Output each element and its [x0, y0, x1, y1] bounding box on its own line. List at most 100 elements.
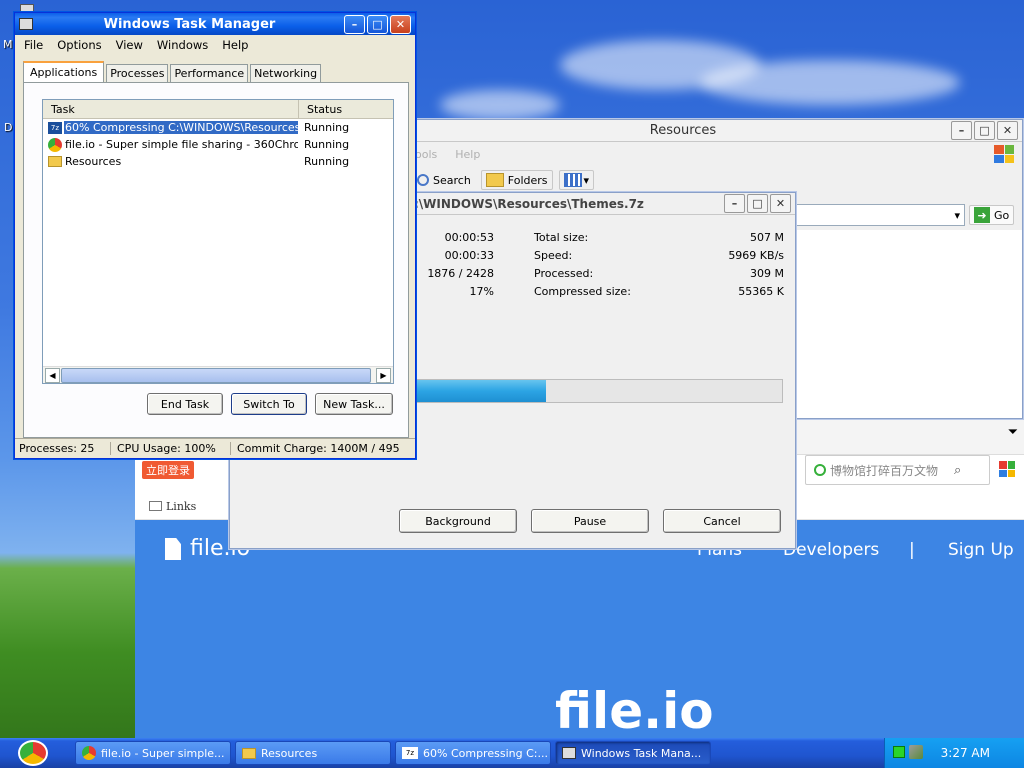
compress-right-labels: Total size: Speed: Processed: Compressed…: [534, 229, 644, 301]
minimize-button[interactable]: –: [344, 14, 365, 34]
search-button[interactable]: Search: [413, 172, 475, 189]
filter-icon[interactable]: ⏷: [1008, 425, 1018, 440]
cpu-meter-icon[interactable]: [893, 746, 905, 758]
login-badge[interactable]: 立即登录: [142, 461, 194, 479]
menu-windows[interactable]: Windows: [157, 38, 208, 52]
nav-developers[interactable]: Developers: [783, 540, 879, 560]
fileio-logo-icon: [165, 538, 181, 560]
nav-sign-up[interactable]: Sign Up: [948, 540, 1014, 560]
column-status[interactable]: Status: [299, 100, 393, 118]
search-icon[interactable]: ⌕: [954, 463, 961, 478]
speed-label: Speed:: [534, 249, 573, 262]
task-manager-titlebar[interactable]: Windows Task Manager – □ ✕: [15, 13, 415, 35]
commit-charge: Commit Charge: 1400M / 495: [237, 442, 400, 455]
7zip-icon: 7z: [402, 747, 418, 759]
scroll-left-button[interactable]: ◀: [45, 368, 60, 383]
folders-label: Folders: [507, 173, 548, 187]
taskbar-item-label: 60% Compressing C:...: [423, 746, 548, 760]
address-dropdown[interactable]: ▾: [793, 204, 965, 226]
search-icon: [417, 174, 429, 186]
browser-search-input[interactable]: 博物馆打碎百万文物 ⌕: [805, 455, 990, 485]
cloud-decoration: [440, 90, 560, 120]
task-list[interactable]: Task Status 7z 60% Compressing C:\WINDOW…: [42, 99, 394, 384]
applications-panel: Task Status 7z 60% Compressing C:\WINDOW…: [23, 82, 409, 438]
browser-icon: [48, 137, 62, 152]
switch-to-button[interactable]: Switch To: [231, 393, 307, 415]
menu-help[interactable]: Help: [455, 148, 480, 161]
go-button[interactable]: ➜ Go: [969, 205, 1015, 225]
scroll-thumb[interactable]: [61, 368, 371, 383]
go-label: Go: [994, 208, 1010, 222]
taskbar-item-7zip[interactable]: 7z 60% Compressing C:...: [395, 741, 551, 765]
menu-view[interactable]: View: [116, 38, 143, 52]
browser-icon: [82, 746, 96, 760]
fileio-page: file.io Plans Developers | Sign Up file.…: [135, 520, 1024, 740]
task-name: 60% Compressing C:\WINDOWS\Resources\...: [64, 121, 298, 134]
total-size-value: 507 M: [750, 231, 784, 244]
minimize-button[interactable]: –: [724, 194, 745, 213]
explorer-title: Resources: [649, 123, 717, 138]
task-manager-tabs: Applications Processes Performance Netwo…: [23, 61, 322, 83]
task-status: Running: [304, 138, 350, 151]
system-tray: 3:27 AM: [884, 738, 1024, 768]
folder-icon: [485, 173, 504, 187]
processed-label: Processed:: [534, 267, 594, 280]
taskmgr-icon: [19, 18, 33, 30]
maximize-button[interactable]: □: [974, 121, 995, 140]
new-task-button[interactable]: New Task...: [315, 393, 393, 415]
task-row[interactable]: file.io - Super simple file sharing - 36…: [43, 136, 393, 153]
start-button[interactable]: [18, 740, 48, 766]
nav-separator: |: [909, 540, 915, 560]
menu-tools[interactable]: ools: [415, 148, 437, 161]
360-search-icon: [814, 464, 826, 476]
tab-networking[interactable]: Networking: [250, 64, 322, 83]
task-row[interactable]: 7z 60% Compressing C:\WINDOWS\Resources\…: [43, 119, 393, 136]
clock[interactable]: 3:27 AM: [941, 746, 990, 760]
explorer-titlebar[interactable]: Resources – □ ✕: [413, 120, 1022, 142]
folder-icon: [48, 156, 62, 167]
maximize-button[interactable]: □: [367, 14, 388, 34]
taskbar-item-resources[interactable]: Resources: [235, 741, 391, 765]
fileio-hero-logo: file.io: [555, 682, 714, 740]
cloud-decoration: [700, 60, 960, 105]
close-button[interactable]: ✕: [390, 14, 411, 34]
taskbar-item-browser[interactable]: file.io - Super simple...: [75, 741, 231, 765]
links-label[interactable]: Links: [166, 500, 196, 513]
explorer-menu: ools Help: [413, 142, 1022, 166]
desktop-icon-label[interactable]: D: [4, 121, 12, 134]
compressed-size-value: 55365 K: [738, 285, 784, 298]
desktop-icon-label[interactable]: M: [3, 38, 13, 51]
views-button[interactable]: ▾: [558, 170, 595, 190]
cancel-button[interactable]: Cancel: [663, 509, 781, 533]
close-button[interactable]: ✕: [997, 121, 1018, 140]
menu-options[interactable]: Options: [57, 38, 101, 52]
network-icon[interactable]: [909, 745, 923, 759]
taskbar-item-task-manager[interactable]: Windows Task Mana...: [555, 741, 711, 765]
task-manager-statusbar: Processes: 25 CPU Usage: 100% Commit Cha…: [15, 438, 415, 458]
menu-help[interactable]: Help: [222, 38, 248, 52]
horizontal-scrollbar[interactable]: ◀ ▶: [43, 366, 393, 383]
chevron-down-icon: ▾: [954, 208, 960, 222]
taskmgr-icon: [562, 747, 576, 759]
tab-applications[interactable]: Applications: [23, 61, 105, 83]
close-button[interactable]: ✕: [770, 194, 791, 213]
search-label: Search: [433, 173, 471, 187]
pause-button[interactable]: Pause: [531, 509, 649, 533]
column-task[interactable]: Task: [43, 100, 299, 118]
menu-file[interactable]: File: [24, 38, 43, 52]
go-arrow-icon: ➜: [974, 207, 990, 223]
maximize-button[interactable]: □: [747, 194, 768, 213]
folder-icon: [242, 747, 256, 759]
scroll-right-button[interactable]: ▶: [376, 368, 391, 383]
tab-processes[interactable]: Processes: [106, 64, 169, 83]
task-row[interactable]: Resources Running: [43, 153, 393, 170]
background-button[interactable]: Background: [399, 509, 517, 533]
tab-performance[interactable]: Performance: [170, 64, 249, 83]
folders-button[interactable]: Folders: [480, 170, 553, 190]
links-folder-icon: [149, 501, 162, 511]
apps-grid-icon[interactable]: [999, 461, 1015, 477]
windows-logo-icon: [994, 145, 1014, 163]
end-task-button[interactable]: End Task: [147, 393, 223, 415]
task-manager-window: Windows Task Manager – □ ✕ File Options …: [14, 12, 416, 459]
minimize-button[interactable]: –: [951, 121, 972, 140]
